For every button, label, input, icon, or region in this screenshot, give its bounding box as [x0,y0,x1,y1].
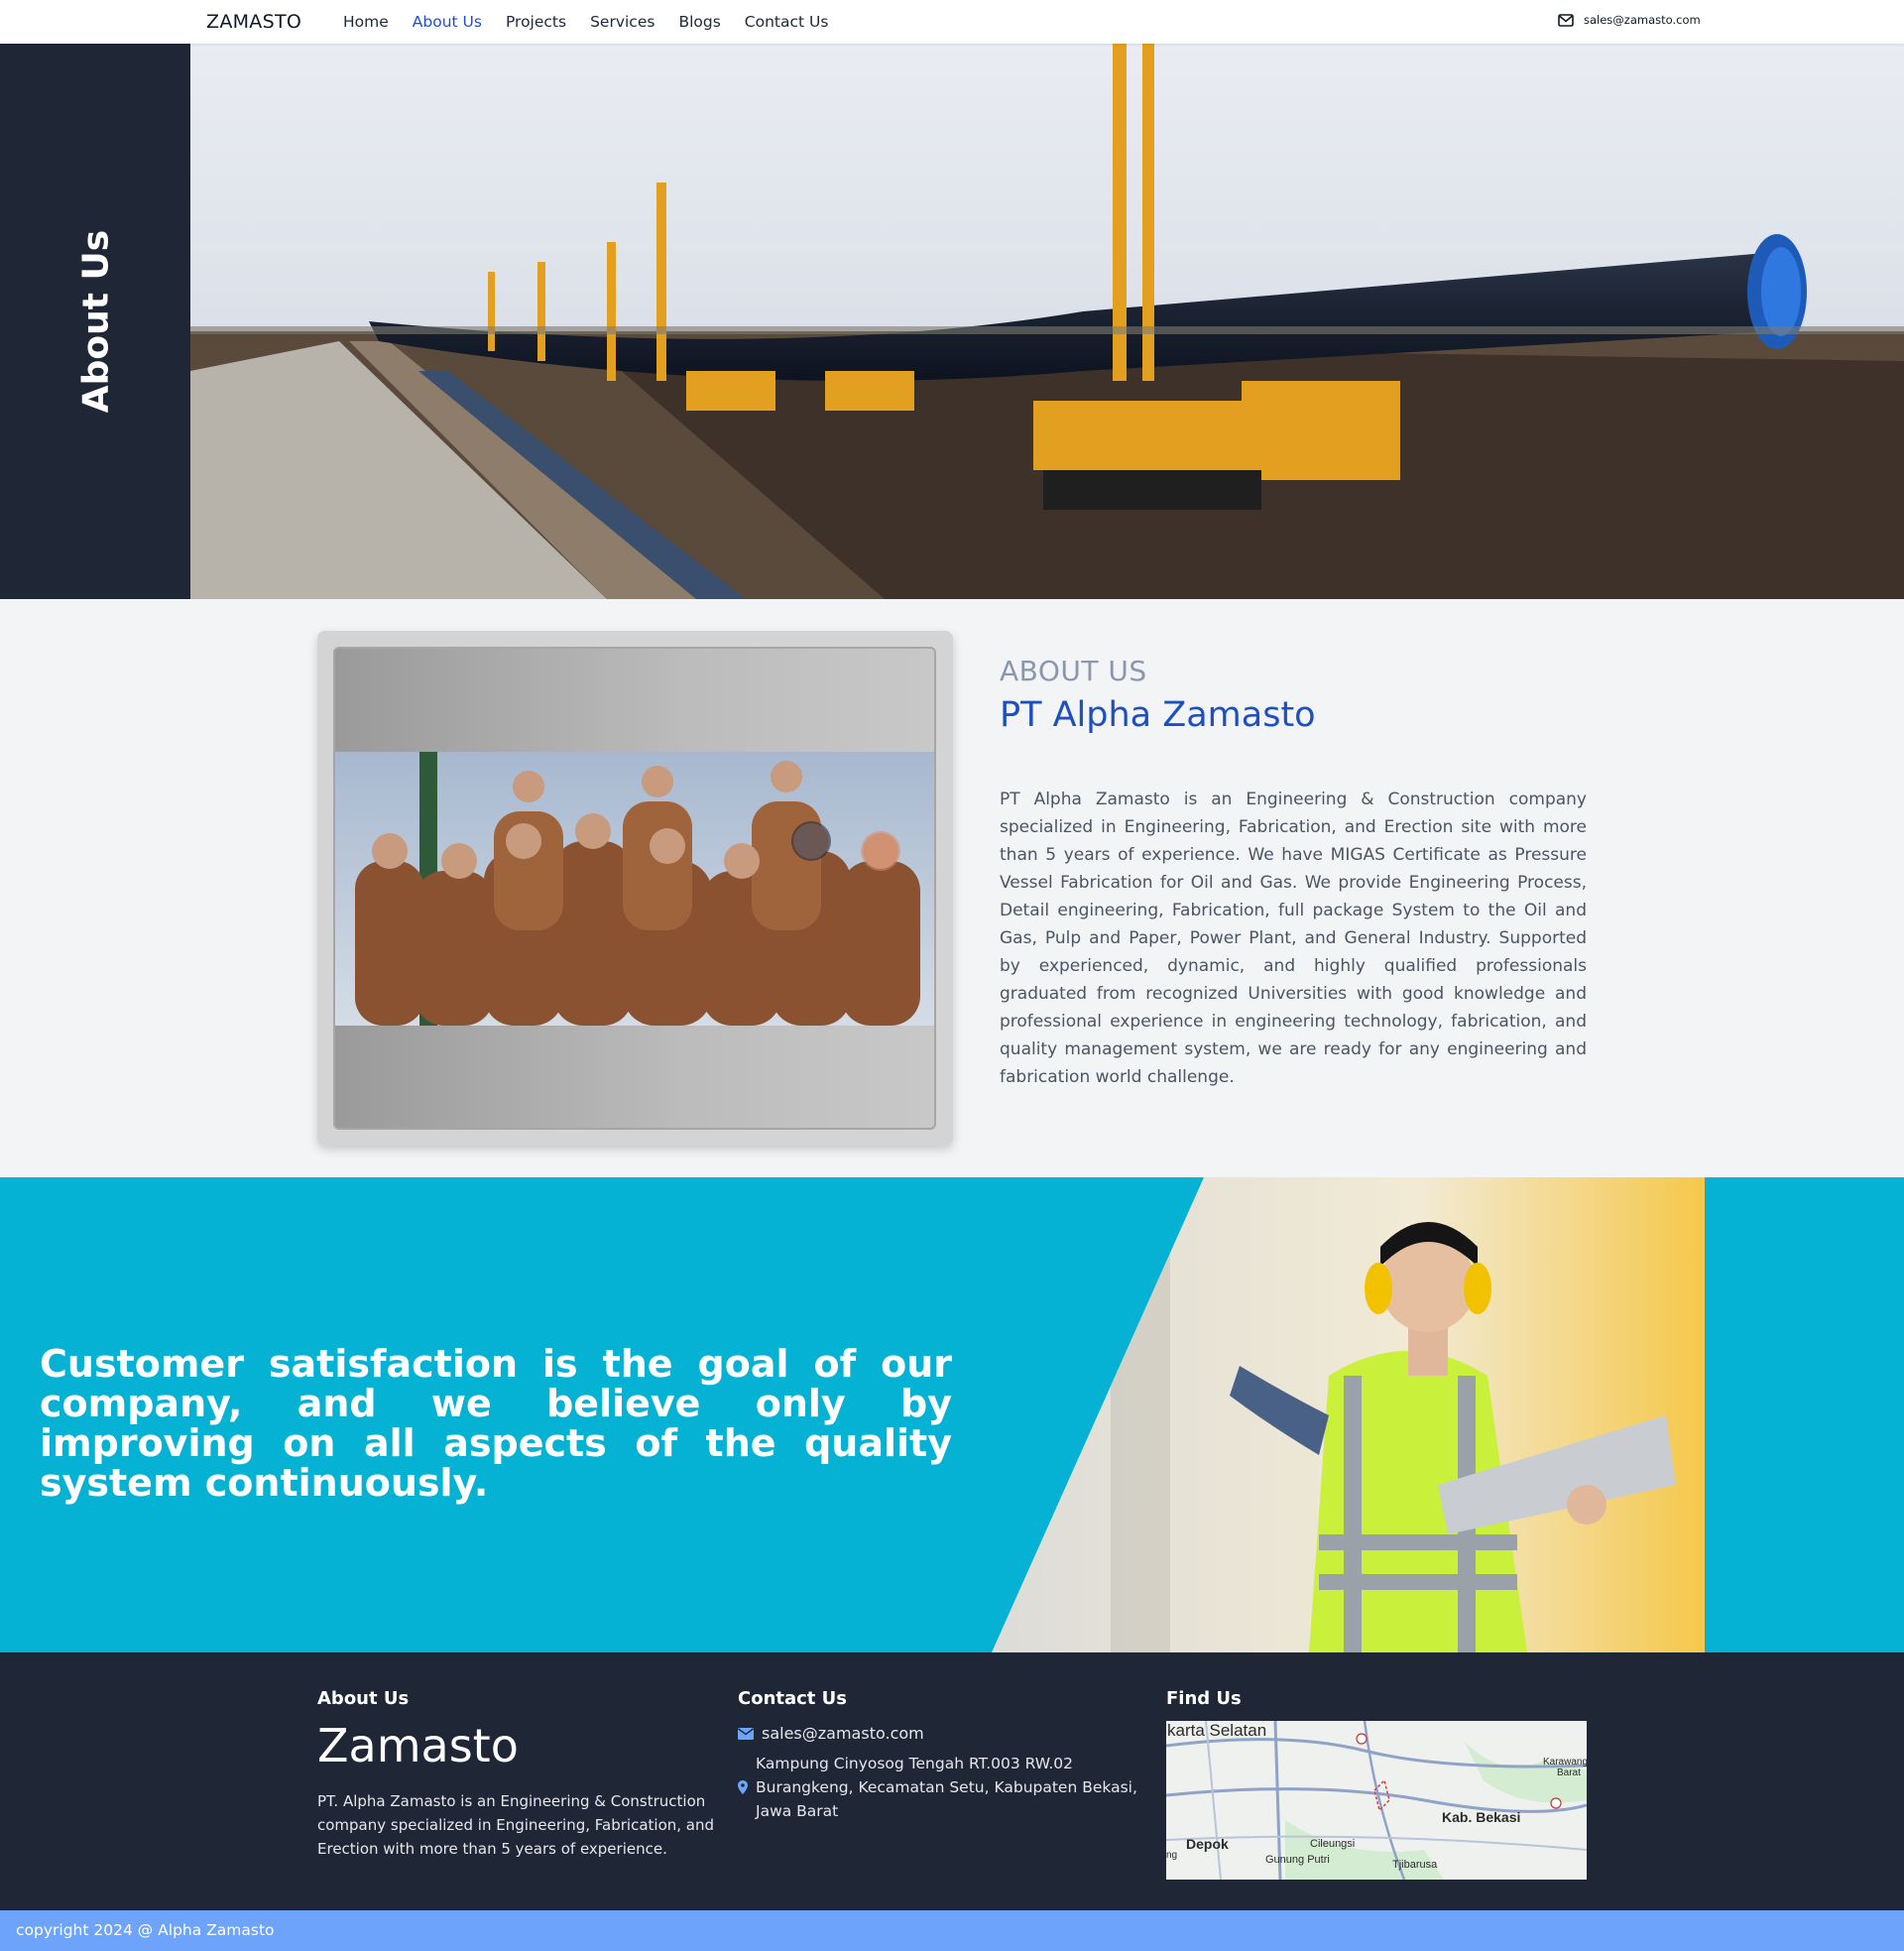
footer-description: PT. Alpha Zamasto is an Engineering & Co… [317,1792,715,1858]
map-label-kab-bekasi: Kab. Bekasi [1442,1809,1521,1825]
nav-link-blogs[interactable]: Blogs [678,13,720,31]
pipeline-construction-photo [190,44,1904,599]
footer-brand: Zamasto [317,1719,519,1772]
footer-address: Kampung Cinyosog Tengah RT.003 RW.02 Bur… [738,1752,1142,1823]
map-roads [1166,1721,1587,1880]
envelope-icon [738,1727,754,1740]
mail-icon [1558,13,1574,27]
footer-email-text: sales@zamasto.com [762,1724,924,1743]
map-label-tjibarusa: Tjibarusa [1392,1859,1438,1871]
top-navbar: ZAMASTO Home About Us Projects Services … [0,0,1904,44]
nav-link-home[interactable]: Home [343,13,389,31]
engineer-with-laptop-photo [992,1177,1705,1652]
nav-email-link[interactable]: sales@zamasto.com [1558,13,1701,27]
footer-find-heading: Find Us [1166,1688,1242,1709]
footer-contact-heading: Contact Us [738,1688,848,1709]
team-photo-card [333,647,936,1130]
map-label-gunung-putri: Gunung Putri [1265,1854,1330,1866]
footer: About Us Zamasto PT. Alpha Zamasto is an… [0,1652,1904,1910]
nav-link-projects[interactable]: Projects [506,13,566,31]
about-description: PT Alpha Zamasto is an Engineering & Con… [1000,790,1587,1087]
map-label-karawang: Karawang [1543,1757,1587,1768]
hero-title: About Us [75,229,117,414]
copyright-text: copyright 2024 @ Alpha Zamasto [16,1921,275,1939]
nav-link-contact[interactable]: Contact Us [745,13,829,31]
footer-email-link[interactable]: sales@zamasto.com [738,1724,924,1743]
team-photo [335,752,934,1026]
map-label-jakarta-selatan: karta Selatan [1167,1721,1267,1740]
nav-link-services[interactable]: Services [590,13,654,31]
nav-link-about[interactable]: About Us [413,13,482,31]
map-label-cileungsi: Cileungsi [1310,1838,1356,1850]
map-label-depok: Depok [1186,1836,1229,1852]
nav-email-text: sales@zamasto.com [1584,13,1701,27]
quality-banner: Customer satisfaction is the goal of our… [0,1177,1904,1652]
map-label-barat: Barat [1557,1768,1581,1778]
map-pin-icon [738,1780,748,1794]
team-photo-frame [317,631,953,1146]
about-title: PT Alpha Zamasto [1000,695,1316,735]
footer-about-heading: About Us [317,1688,410,1709]
copyright-bar: copyright 2024 @ Alpha Zamasto [0,1910,1904,1951]
footer-address-text: Kampung Cinyosog Tengah RT.003 RW.02 Bur… [756,1755,1137,1820]
about-kicker: ABOUT US [1000,655,1147,687]
brand-logo[interactable]: ZAMASTO [206,11,301,33]
location-map[interactable]: karta Selatan Karawang Barat Kab. Bekasi… [1166,1721,1587,1880]
nav-menu: Home About Us Projects Services Blogs Co… [343,13,828,31]
map-label-edge: ng [1166,1850,1178,1861]
